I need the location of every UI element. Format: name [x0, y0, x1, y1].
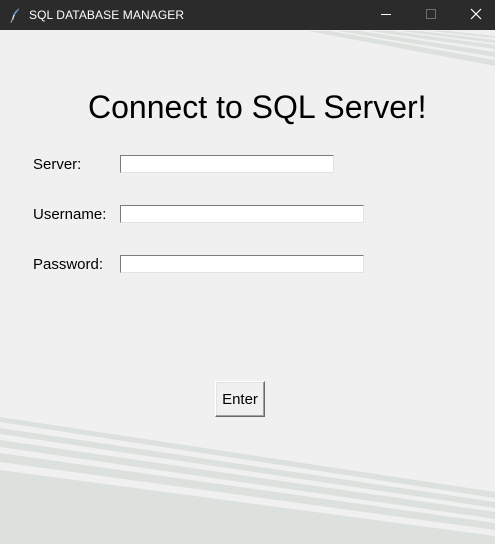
maximize-icon — [426, 9, 436, 19]
minimize-icon — [381, 14, 391, 15]
maximize-button[interactable] — [408, 0, 453, 30]
username-input[interactable] — [120, 205, 364, 223]
minimize-button[interactable] — [363, 0, 408, 30]
close-icon — [470, 8, 482, 20]
username-label: Username: — [33, 206, 107, 223]
server-input[interactable] — [120, 155, 334, 173]
title-bar[interactable]: SQL DATABASE MANAGER — [0, 0, 495, 30]
feather-icon — [9, 7, 23, 23]
password-label: Password: — [33, 256, 104, 273]
app-window: SQL DATABASE MANAGER Connect to SQL Serv… — [0, 0, 495, 544]
password-input[interactable] — [120, 255, 364, 273]
server-label: Server: — [33, 156, 82, 173]
close-button[interactable] — [453, 0, 495, 30]
window-title: SQL DATABASE MANAGER — [29, 8, 185, 22]
enter-button[interactable]: Enter — [215, 381, 265, 417]
page-title: Connect to SQL Server! — [88, 89, 427, 125]
